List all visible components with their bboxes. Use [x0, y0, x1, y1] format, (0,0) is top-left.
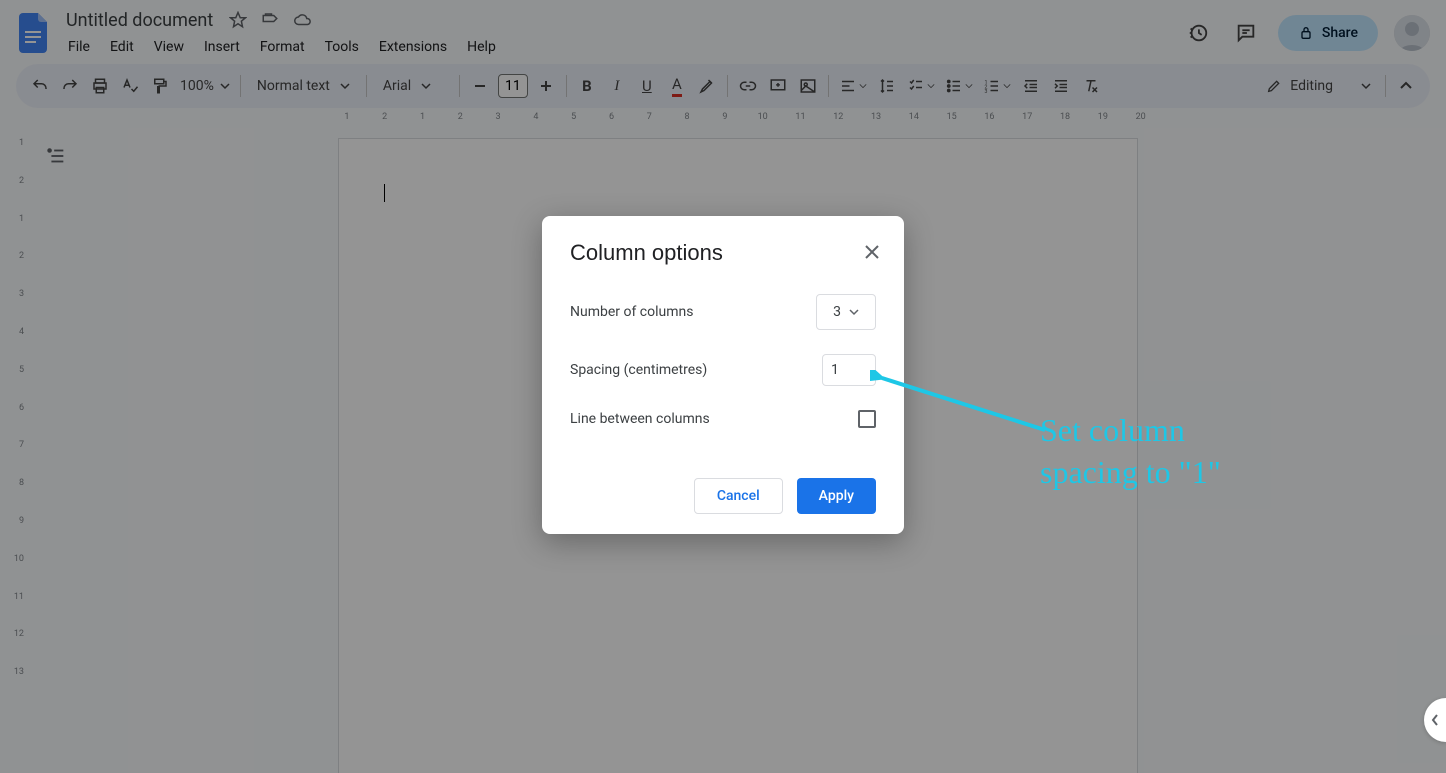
column-options-dialog: Column options Number of columns 3 Spaci… [542, 216, 904, 534]
line-between-checkbox[interactable] [858, 410, 876, 428]
spacing-label: Spacing (centimetres) [570, 362, 707, 378]
columns-value: 3 [833, 304, 841, 320]
spacing-input[interactable]: 1 [822, 354, 876, 386]
close-icon[interactable] [860, 240, 884, 264]
line-between-label: Line between columns [570, 411, 710, 427]
app-root: Untitled document File Edit View [0, 0, 1446, 773]
apply-button[interactable]: Apply [797, 478, 876, 514]
columns-label: Number of columns [570, 304, 693, 320]
cancel-button[interactable]: Cancel [694, 478, 783, 514]
columns-select[interactable]: 3 [816, 294, 876, 330]
dialog-title: Column options [570, 240, 876, 266]
spacing-value: 1 [831, 362, 839, 378]
